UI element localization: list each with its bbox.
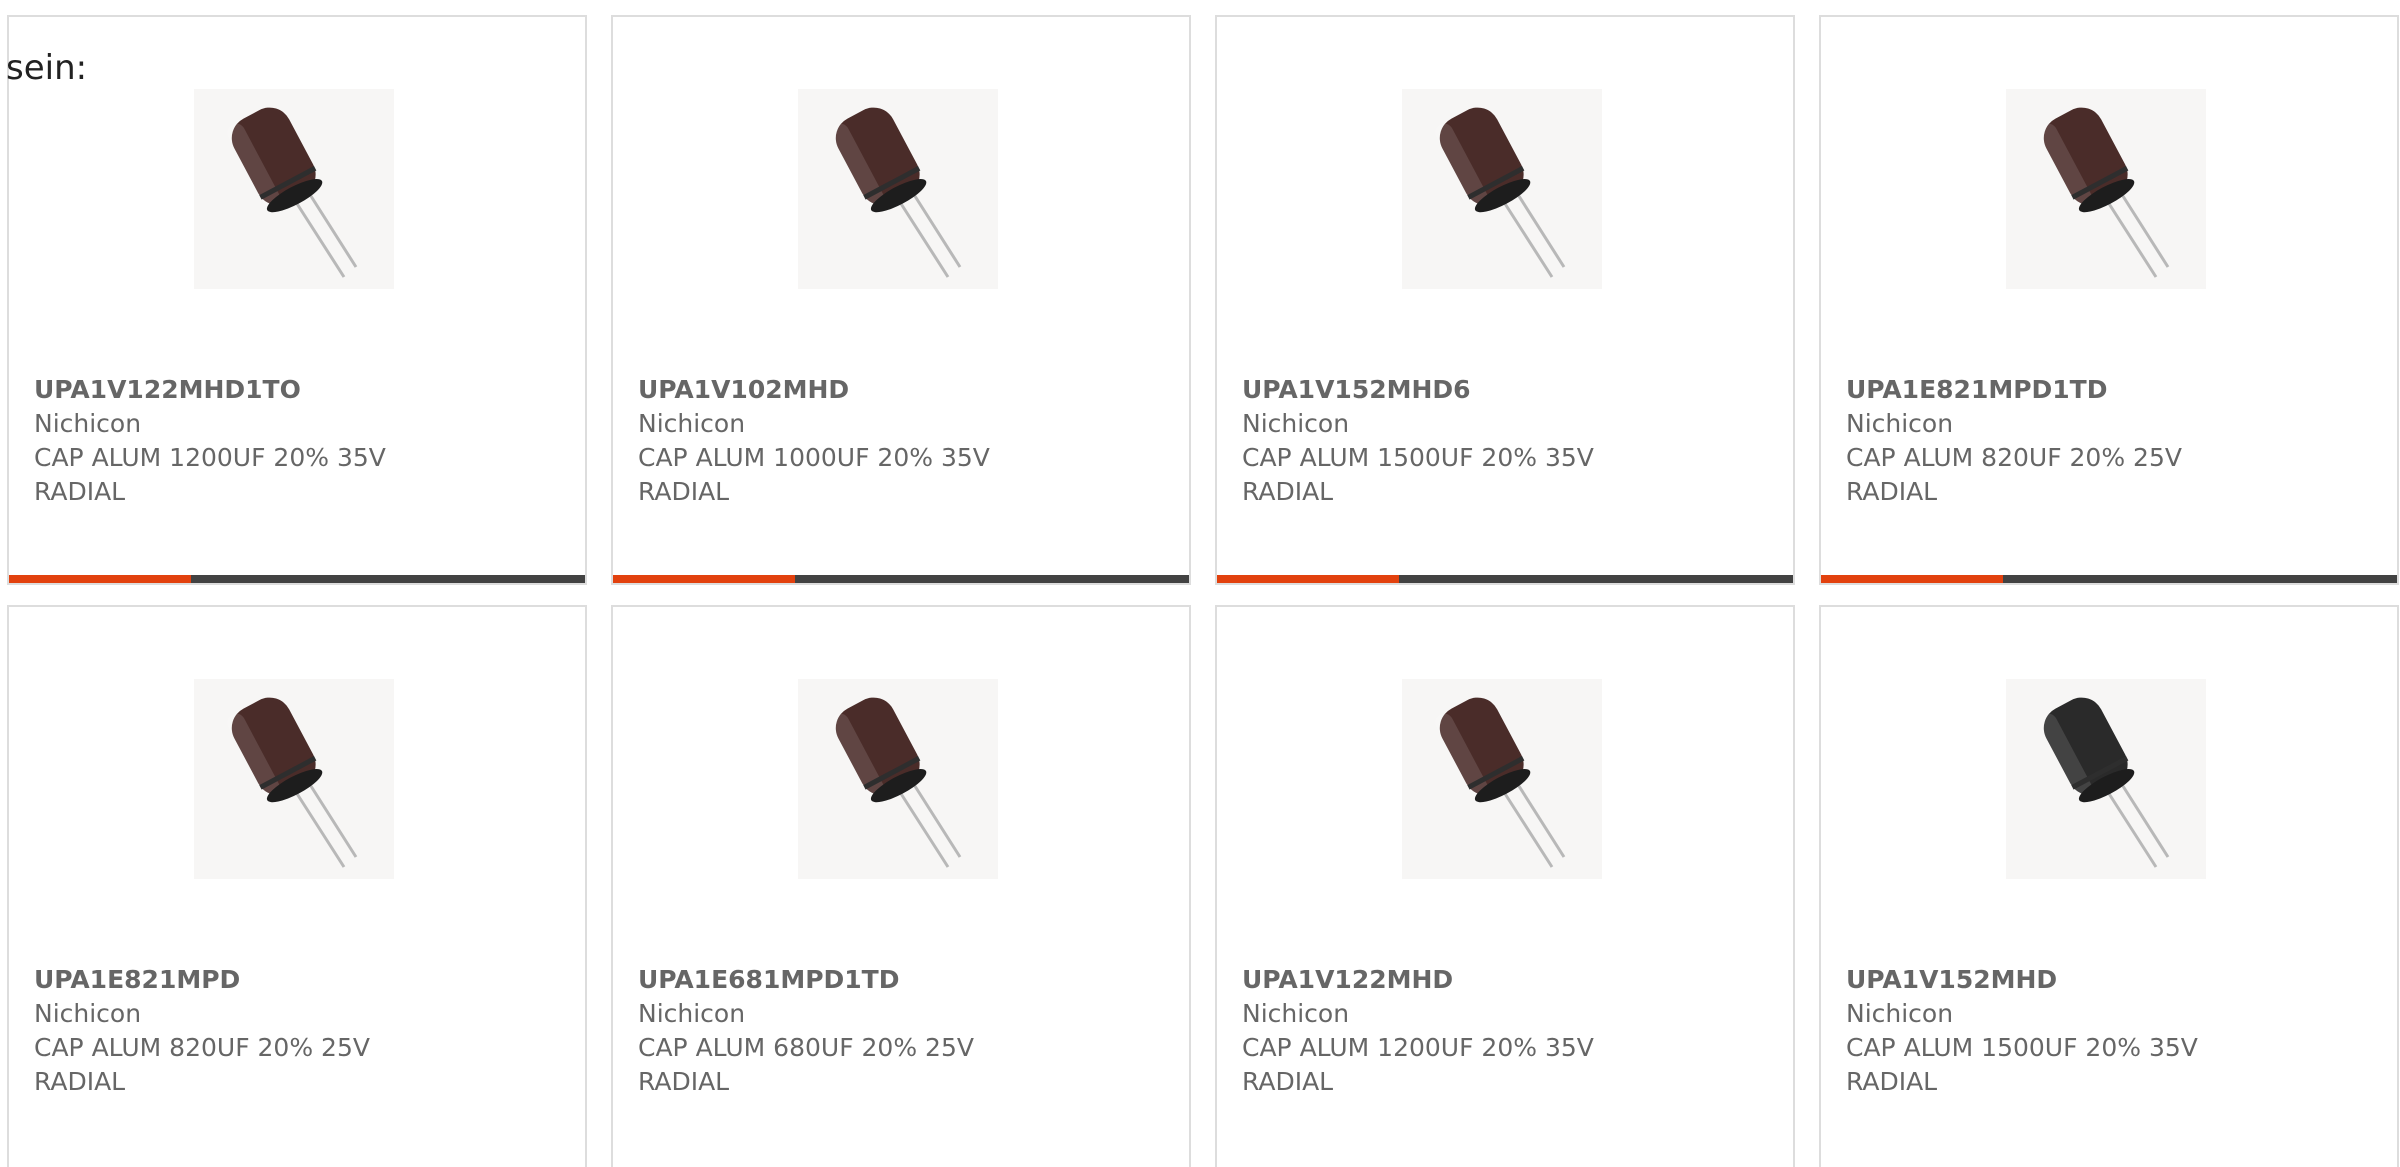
card-bar: [613, 575, 1189, 583]
product-card[interactable]: UPA1V122MHD1TO Nichicon CAP ALUM 1200UF …: [7, 15, 587, 585]
part-number[interactable]: UPA1V152MHD: [1846, 963, 2366, 997]
card-bar: [9, 575, 585, 583]
card-bar-accent: [1217, 575, 1399, 583]
product-description: CAP ALUM 680UF 20% 25V RADIAL: [638, 1033, 974, 1096]
part-number[interactable]: UPA1V152MHD6: [1242, 373, 1762, 407]
product-card[interactable]: UPA1V122MHD Nichicon CAP ALUM 1200UF 20%…: [1215, 605, 1795, 1167]
product-description: CAP ALUM 820UF 20% 25V RADIAL: [34, 1033, 370, 1096]
manufacturer: Nichicon: [34, 409, 142, 438]
product-card[interactable]: UPA1E821MPD1TD Nichicon CAP ALUM 820UF 2…: [1819, 15, 2399, 585]
intro-text: sein:: [6, 48, 88, 88]
part-number[interactable]: UPA1E821MPD: [34, 963, 554, 997]
capacitor-image[interactable]: [194, 89, 394, 289]
capacitor-image[interactable]: [798, 679, 998, 879]
part-number[interactable]: UPA1V122MHD: [1242, 963, 1762, 997]
part-number[interactable]: UPA1E681MPD1TD: [638, 963, 1158, 997]
part-number[interactable]: UPA1V122MHD1TO: [34, 373, 554, 407]
capacitor-image[interactable]: [1402, 679, 1602, 879]
product-grid: UPA1V122MHD1TO Nichicon CAP ALUM 1200UF …: [7, 15, 2399, 1167]
capacitor-icon: [831, 697, 962, 868]
part-number[interactable]: UPA1E821MPD1TD: [1846, 373, 2366, 407]
product-description: CAP ALUM 820UF 20% 25V RADIAL: [1846, 443, 2182, 506]
manufacturer: Nichicon: [1846, 999, 1954, 1028]
capacitor-icon: [1435, 697, 1566, 868]
manufacturer: Nichicon: [34, 999, 142, 1028]
product-card[interactable]: UPA1E681MPD1TD Nichicon CAP ALUM 680UF 2…: [611, 605, 1191, 1167]
capacitor-icon: [2039, 697, 2170, 868]
page: sein: UPA1V122MHD1TO Nichicon CAP ALUM 1…: [0, 0, 2400, 1167]
capacitor-icon: [1435, 107, 1566, 278]
product-card[interactable]: UPA1V152MHD Nichicon CAP ALUM 1500UF 20%…: [1819, 605, 2399, 1167]
card-bar: [1821, 575, 2397, 583]
product-description: CAP ALUM 1200UF 20% 35V RADIAL: [1242, 1033, 1594, 1096]
product-description: CAP ALUM 1200UF 20% 35V RADIAL: [34, 443, 386, 506]
manufacturer: Nichicon: [638, 999, 746, 1028]
product-card[interactable]: UPA1V152MHD6 Nichicon CAP ALUM 1500UF 20…: [1215, 15, 1795, 585]
manufacturer: Nichicon: [1242, 999, 1350, 1028]
product-card[interactable]: UPA1V102MHD Nichicon CAP ALUM 1000UF 20%…: [611, 15, 1191, 585]
card-bar-accent: [613, 575, 795, 583]
product-card[interactable]: UPA1E821MPD Nichicon CAP ALUM 820UF 20% …: [7, 605, 587, 1167]
card-bar: [1217, 575, 1793, 583]
card-bar-accent: [1821, 575, 2003, 583]
product-description: CAP ALUM 1500UF 20% 35V RADIAL: [1846, 1033, 2198, 1096]
manufacturer: Nichicon: [1846, 409, 1954, 438]
product-description: CAP ALUM 1000UF 20% 35V RADIAL: [638, 443, 990, 506]
capacitor-icon: [831, 107, 962, 278]
capacitor-image[interactable]: [2006, 89, 2206, 289]
capacitor-icon: [227, 697, 358, 868]
capacitor-image[interactable]: [194, 679, 394, 879]
capacitor-image[interactable]: [2006, 679, 2206, 879]
capacitor-image[interactable]: [798, 89, 998, 289]
capacitor-icon: [2039, 107, 2170, 278]
part-number[interactable]: UPA1V102MHD: [638, 373, 1158, 407]
manufacturer: Nichicon: [1242, 409, 1350, 438]
manufacturer: Nichicon: [638, 409, 746, 438]
capacitor-image[interactable]: [1402, 89, 1602, 289]
card-bar-accent: [9, 575, 191, 583]
capacitor-icon: [227, 107, 358, 278]
product-description: CAP ALUM 1500UF 20% 35V RADIAL: [1242, 443, 1594, 506]
